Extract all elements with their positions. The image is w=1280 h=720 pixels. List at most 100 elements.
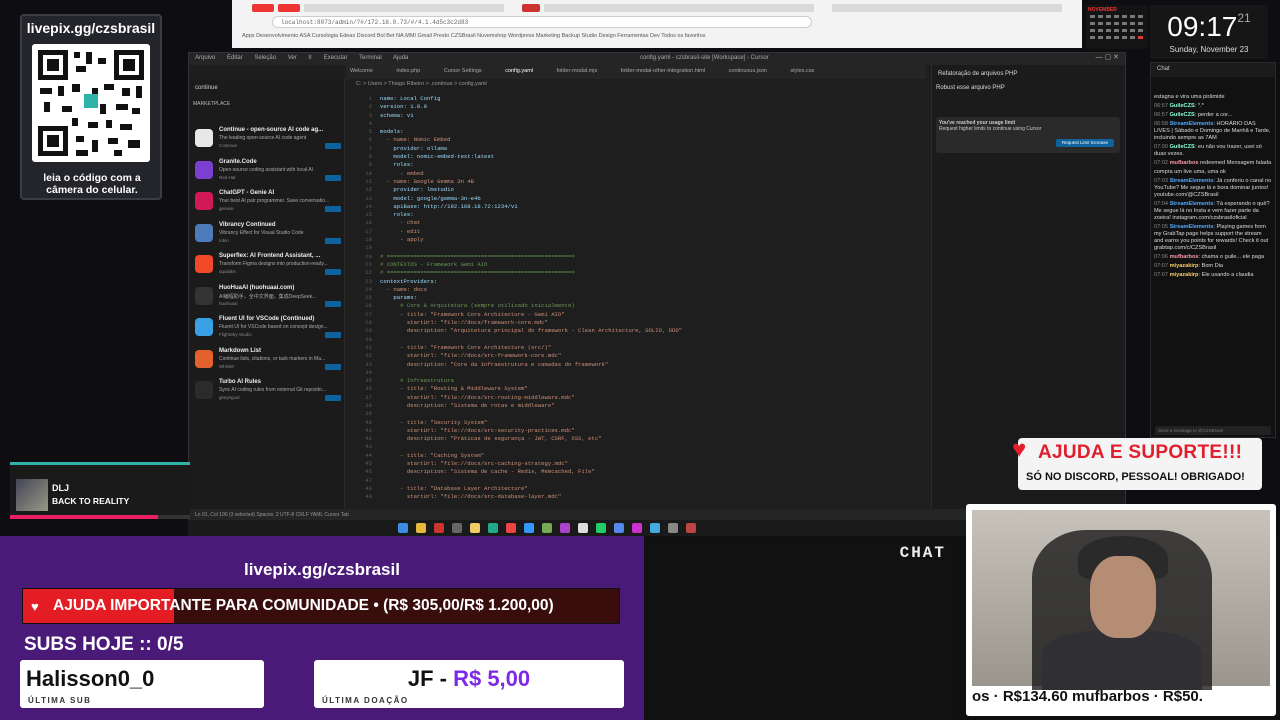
extension-publisher: genieai bbox=[219, 206, 234, 211]
code-line: 28 startUrl: "file://docs/framework-core… bbox=[346, 319, 906, 327]
chat-username[interactable]: StreamElements bbox=[1170, 121, 1214, 127]
extension-name: ChatGPT - Genie AI bbox=[219, 190, 275, 196]
menu-terminal[interactable]: Terminal bbox=[359, 55, 382, 61]
menu-file[interactable]: Arquivo bbox=[195, 55, 215, 61]
browser-tab[interactable] bbox=[832, 4, 1062, 12]
tab-cursor-settings[interactable]: Cursor Settings bbox=[444, 68, 482, 74]
subs-today: SUBS HOJE :: 0/5 bbox=[24, 634, 184, 655]
install-button[interactable] bbox=[325, 395, 341, 401]
line-number: 26 bbox=[365, 302, 372, 310]
chat-user-message: Robust esse arquivo PHP bbox=[936, 85, 1005, 91]
menu-selection[interactable]: Seleção bbox=[254, 55, 276, 61]
install-button[interactable] bbox=[325, 143, 341, 149]
code-line: 47 bbox=[346, 477, 906, 485]
code-line: 8 model: nomic-embed-text:latest bbox=[346, 153, 906, 161]
code-text: # CONTEXTOS - Framework Gemi AIO bbox=[380, 260, 488, 268]
tab-folder-modal-other[interactable]: folder-modal-other-integration.html bbox=[621, 68, 705, 74]
extension-item[interactable]: Turbo AI Rules Sync AI coding rules from … bbox=[193, 377, 343, 407]
app-icon[interactable] bbox=[596, 523, 606, 533]
install-button[interactable] bbox=[325, 269, 341, 275]
install-button[interactable] bbox=[325, 332, 341, 338]
browser-tab[interactable] bbox=[522, 4, 540, 12]
browser-tab[interactable] bbox=[278, 4, 300, 12]
menu-go[interactable]: Ir bbox=[308, 55, 312, 61]
extension-item[interactable]: Granite.Code Open-source coding assistant… bbox=[193, 157, 343, 187]
extension-item[interactable]: Fluent UI for VSCode (Continued) Fluent U… bbox=[193, 314, 343, 344]
code-line: 34 bbox=[346, 369, 906, 377]
code-line: 5 models: bbox=[346, 128, 906, 136]
window-controls[interactable]: — ▢ ✕ bbox=[1096, 53, 1119, 61]
extensions-search[interactable]: continue bbox=[195, 85, 218, 91]
chat-username[interactable]: GuileCZS bbox=[1170, 103, 1195, 109]
chat-username[interactable]: mufbarbos bbox=[1170, 160, 1199, 166]
usage-limit-text: Request higher limits to continue using … bbox=[939, 126, 1042, 132]
app-icon[interactable] bbox=[524, 523, 534, 533]
menu-help[interactable]: Ajuda bbox=[393, 55, 408, 61]
extension-item[interactable]: Superflex: AI Frontend Assistant, ... Tra… bbox=[193, 251, 343, 281]
app-icon[interactable] bbox=[506, 523, 516, 533]
app-icon[interactable] bbox=[578, 523, 588, 533]
bookmarks-bar[interactable]: Apps Desenvolvimento ASA Cursologia Edea… bbox=[242, 33, 1072, 43]
chat-username[interactable]: StreamElements bbox=[1170, 201, 1214, 207]
explorer-icon[interactable] bbox=[416, 523, 426, 533]
chat-username[interactable]: GuileCZS bbox=[1170, 112, 1195, 118]
chat-timestamp: 06:57 bbox=[1154, 112, 1168, 118]
extension-item[interactable]: HuoHuaAI (huohuaai.com) AI编程助手，全中文界面，集成De… bbox=[193, 283, 343, 313]
chat-username[interactable]: miyazakirp bbox=[1170, 272, 1199, 278]
line-number: 3 bbox=[368, 111, 372, 119]
address-bar[interactable]: localhost:8073/admin/?#/172.16.0.73/#/4.… bbox=[272, 16, 812, 28]
extension-description: AI编程助手，全中文界面，集成DeepSeek... bbox=[219, 293, 317, 300]
menu-run[interactable]: Executar bbox=[324, 55, 348, 61]
stream-chat-window: Chat estagna e vira uma pirâmide 06:57 Gu… bbox=[1150, 62, 1276, 438]
start-icon[interactable] bbox=[398, 523, 408, 533]
tab-styles-css[interactable]: styles.css bbox=[790, 68, 814, 74]
tab-welcome[interactable]: Welcome bbox=[350, 68, 373, 74]
chat-timestamp: 07:07 bbox=[1154, 272, 1168, 278]
tab-config-yaml[interactable]: config.yaml bbox=[505, 68, 533, 74]
chat-username[interactable]: StreamElements bbox=[1170, 178, 1214, 184]
app-icon[interactable] bbox=[668, 523, 678, 533]
install-button[interactable] bbox=[325, 206, 341, 212]
install-button[interactable] bbox=[325, 174, 341, 181]
install-button[interactable] bbox=[325, 300, 341, 307]
app-icon[interactable] bbox=[632, 523, 642, 533]
app-icon[interactable] bbox=[686, 523, 696, 533]
browser-tab[interactable] bbox=[252, 4, 274, 12]
menu-view[interactable]: Ver bbox=[288, 55, 297, 61]
browser-tab[interactable] bbox=[544, 4, 814, 12]
app-icon[interactable] bbox=[542, 523, 552, 533]
chat-username[interactable]: GuileCZS bbox=[1170, 144, 1195, 150]
extension-item[interactable]: Continue - open-source AI code ag... The … bbox=[193, 125, 343, 155]
app-icon[interactable] bbox=[434, 523, 444, 533]
browser-tab[interactable] bbox=[304, 4, 504, 12]
app-icon[interactable] bbox=[560, 523, 570, 533]
breadcrumb[interactable]: C: > Users > Thiago Ribeiro > .continue … bbox=[356, 81, 487, 87]
app-icon[interactable] bbox=[650, 523, 660, 533]
install-button[interactable] bbox=[325, 237, 341, 244]
extension-publisher: FlightSky-Studio bbox=[219, 332, 252, 337]
install-button[interactable] bbox=[325, 363, 341, 370]
tab-index-php[interactable]: index.php bbox=[396, 68, 420, 74]
chat-username[interactable]: StreamElements bbox=[1170, 224, 1214, 230]
request-limit-button[interactable]: Request Limit Increase bbox=[1056, 139, 1114, 147]
chat-username[interactable]: mufbarbos bbox=[1170, 254, 1199, 260]
code-line: 22 # ====================================… bbox=[346, 269, 906, 277]
tab-continuous-json[interactable]: continuous.json bbox=[729, 68, 767, 74]
chat-input[interactable]: Send a message to @CZSBrasil bbox=[1155, 426, 1271, 435]
extension-item[interactable]: Vibrancy Continued Vibrancy Effect for Vi… bbox=[193, 220, 343, 250]
code-text: - title: "Caching System" bbox=[380, 451, 485, 459]
app-icon[interactable] bbox=[452, 523, 462, 533]
extension-name: HuoHuaAI (huohuaai.com) bbox=[219, 284, 295, 291]
app-icon[interactable] bbox=[470, 523, 480, 533]
menu-edit[interactable]: Editar bbox=[227, 55, 243, 61]
chat-username[interactable]: miyazakirp bbox=[1170, 263, 1199, 269]
line-number: 2 bbox=[368, 103, 372, 111]
code-editor[interactable]: 1 name: Local Config 2 version: 1.0.0 3 schem… bbox=[346, 95, 906, 507]
app-icon[interactable] bbox=[614, 523, 624, 533]
browser-tab-strip[interactable] bbox=[232, 2, 1082, 14]
app-icon[interactable] bbox=[488, 523, 498, 533]
extension-item[interactable]: ChatGPT - Genie AI Your best AI pair prog… bbox=[193, 188, 343, 218]
extension-item[interactable]: Markdown List Continue lists, citations, … bbox=[193, 346, 343, 376]
code-text: models: bbox=[380, 128, 404, 136]
tab-folder-modal[interactable]: folder-modal.mjs bbox=[557, 68, 598, 74]
